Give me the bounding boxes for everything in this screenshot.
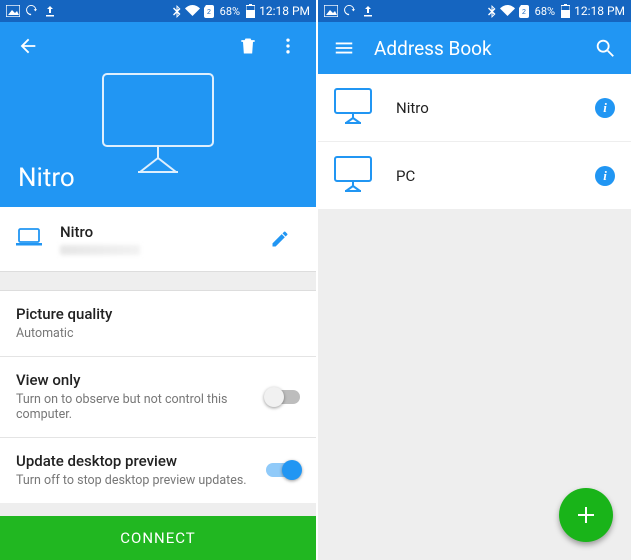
picture-icon bbox=[324, 5, 338, 17]
clock-text: 12:18 PM bbox=[574, 4, 625, 18]
svg-text:2: 2 bbox=[522, 9, 526, 16]
sim-icon: 2 bbox=[204, 5, 214, 18]
view-only-toggle[interactable] bbox=[266, 390, 300, 404]
status-bar: 2 68% 12:18 PM bbox=[0, 0, 316, 22]
battery-icon bbox=[246, 4, 255, 18]
view-only-title: View only bbox=[16, 371, 256, 389]
upload-icon bbox=[44, 5, 56, 17]
info-button[interactable]: i bbox=[595, 98, 615, 118]
setting-view-only: View only Turn on to observe but not con… bbox=[0, 357, 316, 438]
svg-text:2: 2 bbox=[207, 9, 211, 16]
setting-update-preview: Update desktop preview Turn off to stop … bbox=[0, 438, 316, 503]
app-bar: Address Book bbox=[318, 22, 631, 74]
bluetooth-icon bbox=[173, 5, 181, 18]
device-title: Nitro bbox=[18, 163, 75, 193]
add-fab[interactable] bbox=[559, 488, 613, 542]
delete-button[interactable] bbox=[228, 26, 268, 66]
view-only-sub: Turn on to observe but not control this … bbox=[16, 392, 256, 423]
monitor-illustration bbox=[93, 70, 223, 179]
list-item-label: Nitro bbox=[396, 99, 595, 117]
back-button[interactable] bbox=[8, 26, 48, 66]
list-item[interactable]: Nitro i bbox=[318, 74, 631, 142]
appbar-title: Address Book bbox=[374, 37, 585, 60]
sync-icon bbox=[26, 5, 38, 17]
device-hero: Nitro bbox=[0, 22, 316, 207]
update-preview-sub: Turn off to stop desktop preview updates… bbox=[16, 473, 256, 489]
status-bar: 2 68% 12:18 PM bbox=[318, 0, 631, 22]
monitor-icon bbox=[332, 87, 374, 129]
monitor-icon bbox=[332, 155, 374, 197]
device-address-redacted bbox=[60, 245, 140, 255]
device-name-row: Nitro bbox=[0, 207, 316, 271]
device-list: Nitro i PC i bbox=[318, 74, 631, 210]
update-preview-title: Update desktop preview bbox=[16, 452, 256, 470]
laptop-icon bbox=[16, 227, 42, 251]
battery-icon bbox=[561, 4, 570, 18]
address-book-screen: 2 68% 12:18 PM Address Book Nitro i bbox=[318, 0, 631, 560]
device-detail-screen: 2 68% 12:18 PM bbox=[0, 0, 318, 560]
sim-icon: 2 bbox=[519, 5, 529, 18]
picture-icon bbox=[6, 5, 20, 17]
list-item[interactable]: PC i bbox=[318, 142, 631, 210]
battery-percent: 68% bbox=[220, 5, 240, 18]
sync-icon bbox=[344, 5, 356, 17]
picture-quality-title: Picture quality bbox=[16, 305, 290, 323]
search-button[interactable] bbox=[585, 28, 625, 68]
picture-quality-value: Automatic bbox=[16, 326, 290, 342]
menu-button[interactable] bbox=[324, 28, 364, 68]
battery-percent: 68% bbox=[535, 5, 555, 18]
connect-label: CONNECT bbox=[120, 529, 196, 547]
clock-text: 12:18 PM bbox=[259, 4, 310, 18]
edit-button[interactable] bbox=[260, 219, 300, 259]
wifi-icon bbox=[185, 5, 200, 17]
bluetooth-icon bbox=[488, 5, 496, 18]
info-button[interactable]: i bbox=[595, 166, 615, 186]
list-item-label: PC bbox=[396, 167, 595, 185]
upload-icon bbox=[362, 5, 374, 17]
update-preview-toggle[interactable] bbox=[266, 463, 300, 477]
overflow-menu-button[interactable] bbox=[268, 26, 308, 66]
device-name-label: Nitro bbox=[60, 223, 260, 241]
wifi-icon bbox=[500, 5, 515, 17]
connect-button[interactable]: CONNECT bbox=[0, 516, 316, 560]
setting-picture-quality[interactable]: Picture quality Automatic bbox=[0, 291, 316, 357]
